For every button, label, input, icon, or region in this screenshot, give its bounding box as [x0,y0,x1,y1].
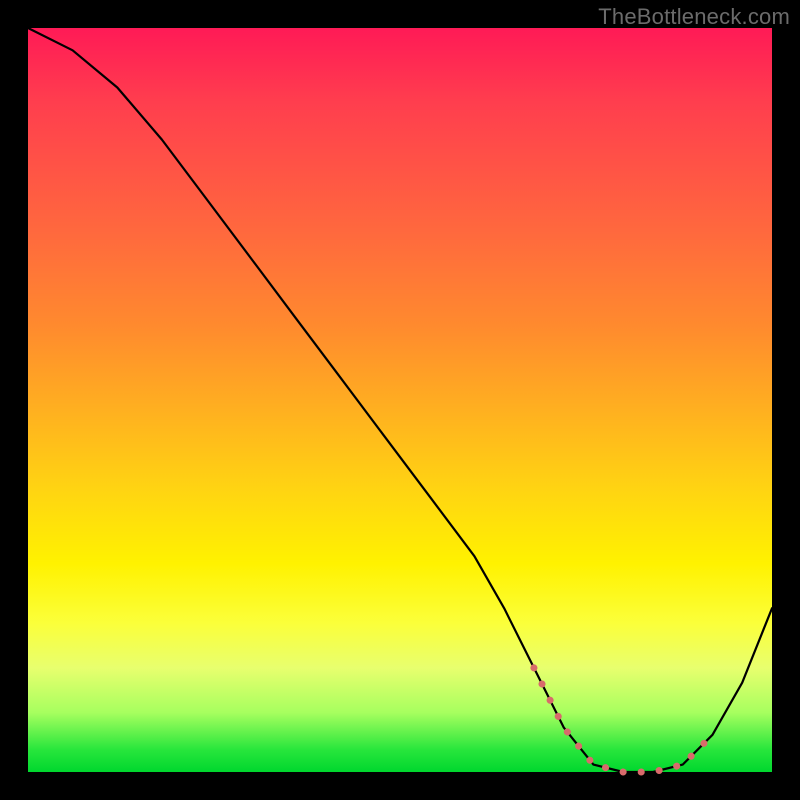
chart-frame: TheBottleneck.com [0,0,800,800]
watermark-text: TheBottleneck.com [598,4,790,30]
bottleneck-curve [28,28,772,772]
curve-path [28,28,772,772]
chart-plot-area [28,28,772,772]
